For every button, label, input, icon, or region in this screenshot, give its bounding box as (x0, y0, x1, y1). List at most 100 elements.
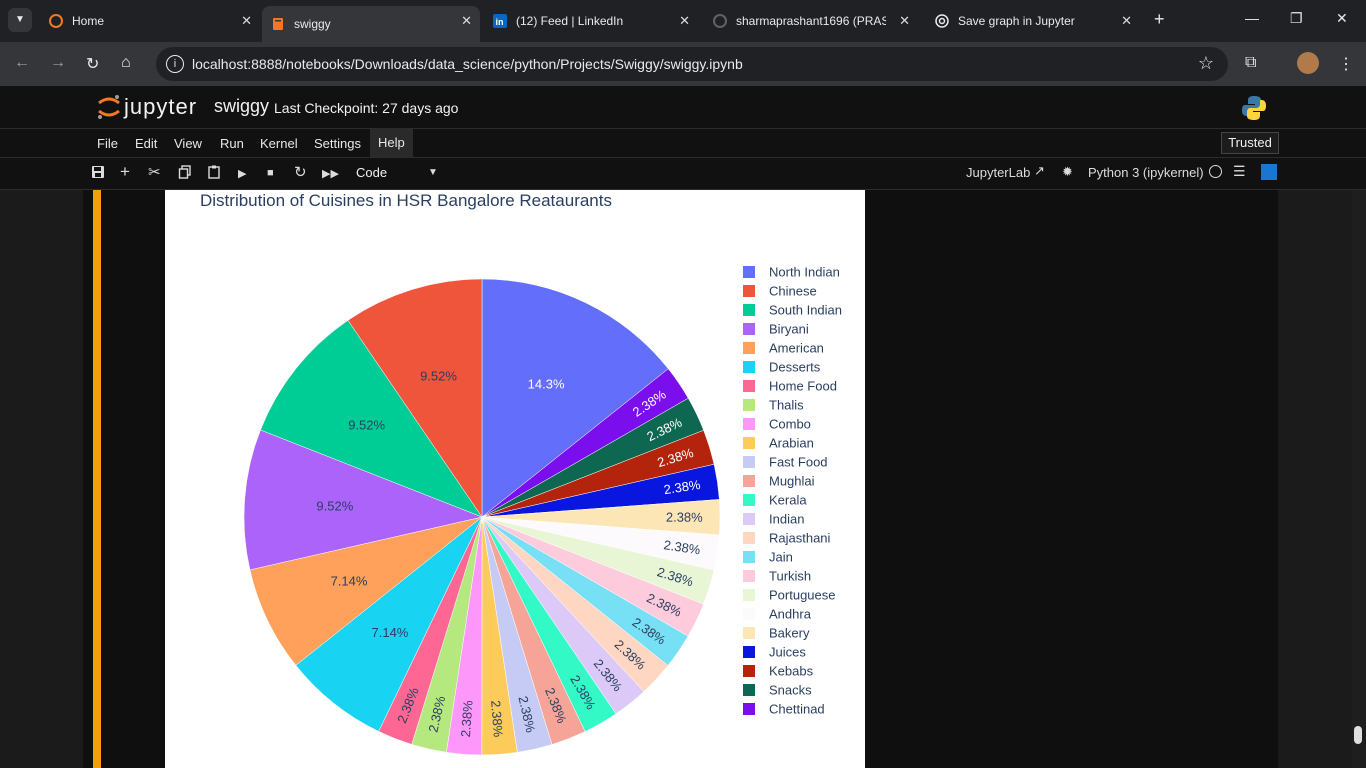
legend-swatch[interactable] (743, 608, 755, 620)
legend-label[interactable]: Portuguese (769, 588, 836, 603)
legend-swatch[interactable] (743, 266, 755, 278)
property-inspector-icon[interactable] (1261, 164, 1277, 180)
legend-label[interactable]: Turkish (769, 569, 811, 584)
menu-settings[interactable]: Settings (314, 136, 361, 151)
legend-swatch[interactable] (743, 475, 755, 487)
legend-swatch[interactable] (743, 418, 755, 430)
legend-label[interactable]: Bakery (769, 626, 810, 641)
legend-swatch[interactable] (743, 551, 755, 563)
menu-kernel[interactable]: Kernel (260, 136, 298, 151)
jupyter-logo-icon[interactable] (96, 93, 122, 126)
legend-label[interactable]: Chettinad (769, 702, 825, 717)
legend-swatch[interactable] (743, 532, 755, 544)
notebook-name[interactable]: swiggy (214, 96, 269, 117)
legend-swatch[interactable] (743, 361, 755, 373)
close-icon[interactable]: ✕ (241, 13, 252, 29)
legend-label[interactable]: Indian (769, 512, 804, 527)
url-input[interactable]: i localhost:8888/notebooks/Downloads/dat… (156, 47, 1228, 81)
legend-swatch[interactable] (743, 323, 755, 335)
menu-view[interactable]: View (174, 136, 202, 151)
close-icon[interactable]: ✕ (461, 13, 472, 29)
extensions-icon[interactable]: ⧉ (1245, 54, 1256, 72)
tab-swiggy[interactable]: swiggy ✕ (262, 6, 480, 42)
close-icon[interactable]: ✕ (899, 13, 910, 29)
tab-home[interactable]: Home ✕ (40, 6, 260, 36)
legend-label[interactable]: Fast Food (769, 455, 828, 470)
menu-help[interactable]: Help (370, 129, 413, 157)
legend-swatch[interactable] (743, 437, 755, 449)
restart-icon[interactable]: ↻ (294, 163, 307, 181)
legend-swatch[interactable] (743, 589, 755, 601)
legend-label[interactable]: Juices (769, 645, 806, 660)
legend-label[interactable]: North Indian (769, 265, 840, 280)
run-icon[interactable]: ▶ (238, 167, 246, 180)
legend-label[interactable]: Kebabs (769, 664, 814, 679)
legend-swatch[interactable] (743, 665, 755, 677)
toc-icon[interactable]: ☰ (1233, 163, 1246, 180)
legend-swatch[interactable] (743, 285, 755, 297)
legend-label[interactable]: South Indian (769, 303, 842, 318)
close-icon[interactable]: ✕ (679, 13, 690, 29)
run-all-icon[interactable]: ▶▶ (322, 167, 339, 180)
legend-label[interactable]: Combo (769, 417, 811, 432)
legend-swatch[interactable] (743, 703, 755, 715)
close-icon[interactable]: ✕ (1121, 13, 1132, 29)
forward-icon[interactable]: → (50, 54, 66, 72)
legend-swatch[interactable] (743, 513, 755, 525)
chevron-down-icon[interactable]: ▼ (428, 167, 438, 178)
window-close-icon[interactable]: ✕ (1336, 10, 1348, 27)
legend-label[interactable]: American (769, 341, 824, 356)
legend-swatch[interactable] (743, 627, 755, 639)
legend-label[interactable]: Arabian (769, 436, 814, 451)
bookmark-star-icon[interactable]: ☆ (1198, 53, 1214, 74)
tab-chatgpt[interactable]: Save graph in Jupyter ✕ (926, 6, 1140, 36)
legend-label[interactable]: Andhra (769, 607, 812, 622)
legend-label[interactable]: Kerala (769, 493, 807, 508)
legend-label[interactable]: Biryani (769, 322, 809, 337)
back-icon[interactable]: ← (14, 54, 30, 72)
legend-swatch[interactable] (743, 342, 755, 354)
legend-swatch[interactable] (743, 304, 755, 316)
jupyterlab-link[interactable]: JupyterLab (966, 165, 1030, 180)
scrollbar-thumb[interactable] (1354, 726, 1362, 744)
paste-icon[interactable] (207, 165, 221, 182)
legend-swatch[interactable] (743, 380, 755, 392)
menu-edit[interactable]: Edit (135, 136, 157, 151)
tab-search-button[interactable]: ▼ (8, 8, 32, 32)
stop-icon[interactable]: ■ (267, 167, 274, 179)
copy-icon[interactable] (178, 165, 192, 182)
browser-menu-icon[interactable]: ⋮ (1338, 54, 1354, 74)
home-icon[interactable]: ⌂ (121, 54, 131, 72)
insert-cell-icon[interactable]: + (120, 162, 130, 182)
cut-icon[interactable]: ✂ (148, 163, 161, 181)
external-link-icon[interactable]: ↗ (1034, 163, 1045, 179)
minimize-icon[interactable]: — (1245, 10, 1259, 26)
legend-label[interactable]: Desserts (769, 360, 821, 375)
legend-swatch[interactable] (743, 646, 755, 658)
menu-file[interactable]: File (97, 136, 118, 151)
legend-label[interactable]: Chinese (769, 284, 817, 299)
profile-avatar[interactable] (1297, 52, 1319, 74)
legend-swatch[interactable] (743, 399, 755, 411)
site-info-icon[interactable]: i (166, 55, 184, 73)
tab-linkedin[interactable]: in (12) Feed | LinkedIn ✕ (484, 6, 698, 36)
save-icon[interactable] (91, 165, 105, 182)
legend-swatch[interactable] (743, 570, 755, 582)
legend-swatch[interactable] (743, 494, 755, 506)
legend-label[interactable]: Home Food (769, 379, 837, 394)
kernel-name[interactable]: Python 3 (ipykernel) (1088, 165, 1204, 180)
reload-icon[interactable]: ↻ (86, 54, 99, 74)
legend-swatch[interactable] (743, 456, 755, 468)
menu-run[interactable]: Run (220, 136, 244, 151)
legend-label[interactable]: Thalis (769, 398, 804, 413)
scrollbar[interactable] (1352, 190, 1366, 768)
tab-github[interactable]: sharmaprashant1696 (PRASH ✕ (704, 6, 918, 36)
cell-type-select[interactable]: Code (356, 165, 387, 180)
legend-label[interactable]: Jain (769, 550, 793, 565)
legend-label[interactable]: Snacks (769, 683, 812, 698)
legend-label[interactable]: Mughlai (769, 474, 815, 489)
legend-swatch[interactable] (743, 684, 755, 696)
legend-label[interactable]: Rajasthani (769, 531, 831, 546)
debugger-icon[interactable]: ✹ (1062, 164, 1073, 180)
restore-icon[interactable]: ❐ (1290, 10, 1303, 27)
